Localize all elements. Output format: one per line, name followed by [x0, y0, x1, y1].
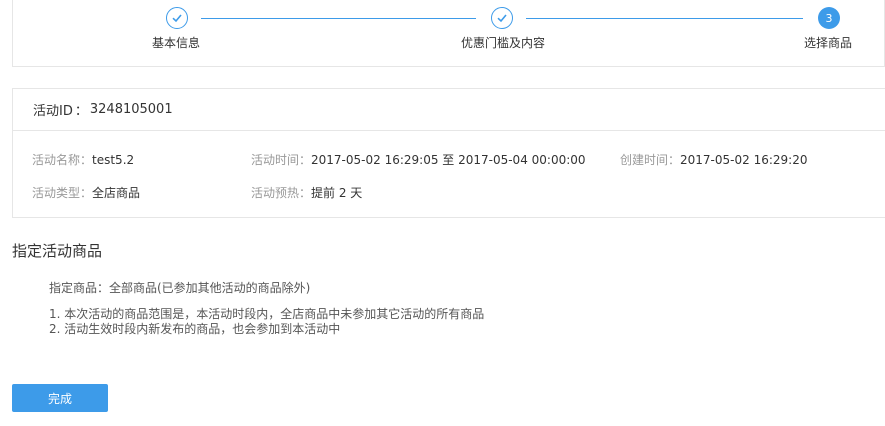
step-connector-2: [526, 18, 803, 19]
activity-name-field: 活动名称：test5.2: [32, 151, 134, 168]
activity-name-label: 活动名称：: [32, 153, 93, 167]
activity-info-panel: 活动ID： 3248105001 活动名称：test5.2 活动时间：2017-0…: [12, 88, 885, 218]
activity-time-value: 2017-05-02 16:29:05 至 2017-05-04 00:00:0…: [311, 153, 586, 167]
assigned-goods-text: 指定商品：全部商品(已参加其他活动的商品除外): [49, 281, 311, 295]
activity-id-value: 3248105001: [89, 102, 173, 117]
activity-name-value: test5.2: [92, 153, 135, 167]
activity-type-label: 活动类型：: [32, 186, 93, 200]
activity-preheat-label: 活动预热：: [251, 186, 312, 200]
activity-preheat-field: 活动预热：提前 2 天: [251, 184, 362, 201]
goods-note-2: 2. 活动生效时段内新发布的商品，也会参加到本活动中: [49, 322, 341, 336]
activity-id-header: 活动ID： 3248105001: [13, 89, 885, 131]
step-3-number: 3: [818, 7, 840, 29]
steps-panel: 3 基本信息 优惠门槛及内容 选择商品: [12, 0, 885, 67]
step-3-label: 选择商品: [803, 36, 853, 50]
created-time-label: 创建时间：: [620, 153, 681, 167]
done-button[interactable]: 完成: [12, 384, 108, 412]
step-2-label: 优惠门槛及内容: [460, 36, 546, 50]
created-time-field: 创建时间：2017-05-02 16:29:20: [620, 151, 807, 168]
activity-type-field: 活动类型：全店商品: [32, 184, 140, 201]
activity-id-label: 活动ID: [33, 104, 73, 119]
goods-section-title: 指定活动商品: [12, 242, 103, 260]
step-connector-1: [201, 18, 476, 19]
created-time-value: 2017-05-02 16:29:20: [680, 153, 808, 167]
step-1-check-icon: [166, 7, 188, 29]
activity-time-label: 活动时间：: [251, 153, 312, 167]
activity-type-value: 全店商品: [92, 186, 141, 200]
step-2-check-icon: [491, 7, 513, 29]
activity-id-separator: ：: [74, 104, 88, 119]
step-1-label: 基本信息: [151, 36, 201, 50]
activity-preheat-value: 提前 2 天: [311, 186, 363, 200]
activity-time-field: 活动时间：2017-05-02 16:29:05 至 2017-05-04 00…: [251, 151, 586, 168]
